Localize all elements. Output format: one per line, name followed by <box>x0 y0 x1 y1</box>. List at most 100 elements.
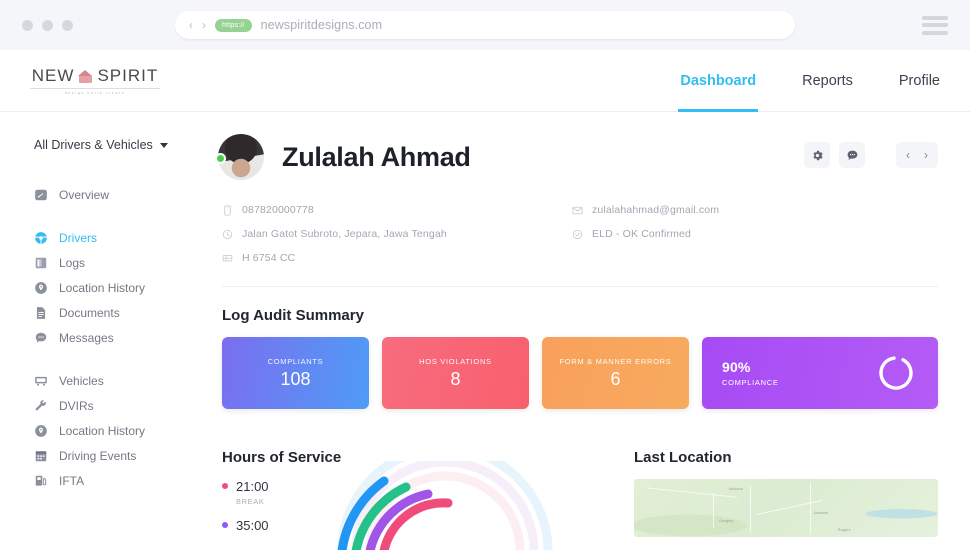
forward-icon[interactable]: › <box>202 18 206 32</box>
map-label-3: Jackson <box>813 510 829 516</box>
sidebar-item-messages[interactable]: Messages <box>34 325 210 350</box>
nav-tab-dashboard[interactable]: Dashboard <box>678 50 758 112</box>
next-record-button[interactable]: › <box>924 148 928 162</box>
phone-icon <box>224 205 231 215</box>
map-pin-icon <box>35 281 47 294</box>
sidebar-label-ifta: IFTA <box>59 473 85 488</box>
sidebar-divider-2 <box>34 350 210 368</box>
sidebar-item-drivers[interactable]: Drivers <box>34 225 210 250</box>
app-header: NEW SPIRIT design build create Dashboard… <box>0 50 970 112</box>
sidebar-item-dvirs[interactable]: DVIRs <box>34 393 210 418</box>
record-pager: ‹ › <box>896 142 938 168</box>
back-icon[interactable]: ‹ <box>189 18 193 32</box>
hos-break-value: 21:00 <box>236 479 269 494</box>
main-navigation: Dashboard Reports Profile <box>678 50 940 112</box>
truck-icon <box>222 254 233 261</box>
sidebar-item-logs[interactable]: Logs <box>34 250 210 275</box>
sidebar: All Drivers & Vehicles Overview Drivers … <box>0 112 210 550</box>
meta-phone: 087820000778 <box>222 204 572 216</box>
audit-section-title: Log Audit Summary <box>222 307 364 324</box>
audit-card-compliance[interactable]: 90% COMPLIANCE <box>701 337 938 409</box>
scope-dropdown[interactable]: All Drivers & Vehicles <box>34 138 210 152</box>
sidebar-group-vehicles: Vehicles DVIRs Location History Driving … <box>34 368 210 493</box>
logo-text-spirit: SPIRIT <box>97 66 159 86</box>
map-road-2 <box>713 492 715 528</box>
sidebar-label-messages: Messages <box>59 330 114 345</box>
url-text[interactable]: newspiritdesigns.com <box>261 18 383 32</box>
meta-email-value: zulalahahmad@gmail.com <box>592 204 720 216</box>
truck-icon <box>35 376 47 386</box>
avatar[interactable] <box>215 134 264 180</box>
nav-tab-profile[interactable]: Profile <box>899 50 940 112</box>
sidebar-item-location-history-drivers[interactable]: Location History <box>34 275 210 300</box>
window-controls[interactable] <box>22 19 73 31</box>
hos-radial-chart <box>337 461 553 550</box>
map-label-4: Rogers <box>837 526 851 532</box>
map-road-4 <box>810 482 812 534</box>
browser-nav-arrows[interactable]: ‹ › <box>189 18 206 32</box>
map-pin-icon <box>35 424 47 437</box>
meta-address-value: Jalan Gatot Subroto, Jepara, Jawa Tengah <box>242 228 447 240</box>
audit-card-form-manner-errors-value: 6 <box>610 368 621 389</box>
settings-button[interactable] <box>804 142 830 168</box>
location-map[interactable]: Jackson Gregory Jackson Rogers <box>634 479 938 537</box>
sidebar-item-ifta[interactable]: IFTA <box>34 468 210 493</box>
main-content: Zulalah Ahmad ‹ › 087820000778 zulalahah… <box>210 112 970 550</box>
calendar-icon <box>35 450 47 461</box>
gauge-icon <box>35 189 47 200</box>
sidebar-group-general: Overview <box>34 182 210 207</box>
last-location-title: Last Location <box>634 449 732 466</box>
sidebar-label-logs: Logs <box>59 255 86 270</box>
online-status-dot <box>215 153 226 164</box>
compliance-label: COMPLIANCE <box>721 378 779 387</box>
sidebar-label-drivers: Drivers <box>59 230 97 245</box>
sidebar-group-drivers: Drivers Logs Location History Documents … <box>34 225 210 350</box>
page-title: Zulalah Ahmad <box>282 141 471 172</box>
window-close-dot[interactable] <box>22 19 33 31</box>
legend-dot-drive <box>222 522 228 528</box>
brand-logo[interactable]: NEW SPIRIT design build create <box>30 66 160 95</box>
wrench-icon <box>35 399 46 410</box>
legend-dot-break <box>222 483 228 489</box>
https-badge: https:// <box>215 18 252 32</box>
audit-card-form-manner-errors[interactable]: FORM & MANNER ERRORS 6 <box>541 337 689 409</box>
audit-card-hos-violations-label: HOS VIOLATIONS <box>419 356 492 366</box>
window-maximize-dot[interactable] <box>62 19 73 31</box>
meta-phone-value: 087820000778 <box>242 204 314 216</box>
compliance-percent: 90% <box>721 359 751 375</box>
map-label-1: Jackson <box>728 485 743 491</box>
envelope-icon <box>572 206 583 214</box>
meta-address: Jalan Gatot Subroto, Jepara, Jawa Tengah <box>222 228 572 240</box>
sidebar-item-driving-events[interactable]: Driving Events <box>34 443 210 468</box>
sidebar-item-location-history-vehicles[interactable]: Location History <box>34 418 210 443</box>
scope-label: All Drivers & Vehicles <box>34 138 153 152</box>
chat-bubble-icon <box>35 332 47 343</box>
prev-record-button[interactable]: ‹ <box>906 148 910 162</box>
map-road-3 <box>749 485 751 533</box>
logo-wordmark: NEW SPIRIT <box>30 66 160 86</box>
sidebar-item-vehicles[interactable]: Vehicles <box>34 368 210 393</box>
hours-of-service-panel: Hours of Service 21:00 BREAK 35:00 <box>222 429 614 550</box>
audit-card-compliants[interactable]: COMPLIANTS 108 <box>222 337 369 409</box>
sidebar-item-documents[interactable]: Documents <box>34 300 210 325</box>
window-minimize-dot[interactable] <box>42 19 53 31</box>
hamburger-icon[interactable] <box>922 15 948 35</box>
audit-card-hos-violations[interactable]: HOS VIOLATIONS 8 <box>381 337 529 409</box>
address-bar[interactable]: ‹ › https:// newspiritdesigns.com <box>175 11 795 39</box>
sidebar-label-location-history-drivers: Location History <box>59 280 146 295</box>
audit-card-form-manner-errors-label: FORM & MANNER ERRORS <box>559 356 672 366</box>
map-road-1 <box>646 486 738 498</box>
nav-tab-reports[interactable]: Reports <box>802 50 853 112</box>
audit-card-hos-violations-value: 8 <box>450 368 461 389</box>
message-button[interactable] <box>839 142 865 168</box>
meta-vehicle-plate: H 6754 CC <box>222 252 572 264</box>
audit-card-compliants-label: COMPLIANTS <box>267 356 324 366</box>
audit-card-compliants-value: 108 <box>280 368 311 389</box>
audit-cards: COMPLIANTS 108 HOS VIOLATIONS 8 FORM & M… <box>218 337 938 409</box>
sidebar-item-overview[interactable]: Overview <box>34 182 210 207</box>
gear-icon <box>812 150 823 160</box>
profile-header: Zulalah Ahmad ‹ › <box>215 134 938 180</box>
sidebar-label-documents: Documents <box>59 305 120 320</box>
sidebar-label-driving-events: Driving Events <box>59 448 137 463</box>
progress-ring-icon <box>879 356 913 390</box>
